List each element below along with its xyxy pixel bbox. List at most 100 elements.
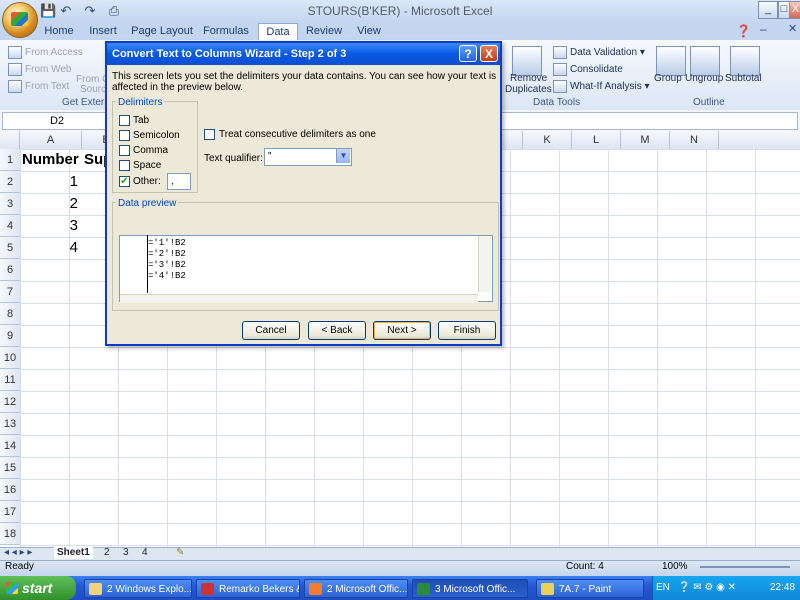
tray-icons[interactable]: ❔ ✉ ⚙ ◉ ✕ — [678, 582, 742, 593]
tab-home[interactable]: Home — [40, 23, 78, 40]
sheet-tab-3[interactable]: 3 — [123, 547, 129, 559]
row-header-17[interactable]: 17 — [0, 501, 20, 523]
row-header-6[interactable]: 6 — [0, 259, 20, 281]
other-delimiter-input[interactable]: , — [167, 173, 191, 190]
access-icon — [8, 46, 22, 59]
subtotal-button-label[interactable]: Subtotal — [725, 73, 762, 84]
group-button-label[interactable]: Group — [654, 73, 682, 84]
zoom-slider[interactable] — [700, 566, 790, 568]
cell-b1[interactable]: Sup — [84, 149, 106, 171]
taskbar-item-windows-explorer[interactable]: 2 Windows Explo... — [84, 579, 192, 598]
windows-logo-icon — [6, 582, 18, 594]
taskbar-item-paint[interactable]: 7A.7 - Paint — [536, 579, 644, 598]
tab-data[interactable]: Data — [258, 23, 298, 41]
subtotal-icon[interactable] — [730, 46, 760, 76]
office-icon — [309, 583, 322, 595]
row-header-14[interactable]: 14 — [0, 435, 20, 457]
insert-sheet-icon[interactable]: ✎ — [176, 547, 184, 559]
tab-review[interactable]: Review — [302, 23, 346, 40]
row-header-1[interactable]: 1 — [0, 149, 20, 171]
taskbar-item-remarko[interactable]: Remarko Bekers &... — [196, 579, 300, 598]
minimize-button[interactable]: _ — [758, 1, 778, 19]
sheet-tab-sheet1[interactable]: Sheet1 — [54, 547, 93, 559]
row-header-9[interactable]: 9 — [0, 325, 20, 347]
tab-insert[interactable]: Insert — [84, 23, 122, 40]
row-header-3[interactable]: 3 — [0, 193, 20, 215]
row-header-4[interactable]: 4 — [0, 215, 20, 237]
consecutive-delimiters-checkbox[interactable] — [204, 129, 215, 140]
cell-a2[interactable]: 1 — [20, 171, 82, 193]
tab-page-layout[interactable]: Page Layout — [130, 23, 194, 40]
ribbon-minimize-icon[interactable]: – — [760, 22, 767, 36]
sheet-nav-arrows[interactable]: ◂ ◂ ▸ ▸ — [4, 547, 32, 559]
help-icon[interactable]: ❓ — [736, 24, 751, 38]
comma-checkbox[interactable] — [119, 145, 130, 156]
remove-duplicates-label[interactable]: Remove — [510, 73, 547, 84]
from-access-label: From Access — [25, 47, 83, 59]
column-header-m[interactable]: M — [621, 131, 670, 149]
taskbar-item-microsoft-office-2[interactable]: 2 Microsoft Offic... — [304, 579, 408, 598]
consolidate-button[interactable]: Consolidate — [553, 63, 623, 76]
row-header-5[interactable]: 5 — [0, 237, 20, 259]
finish-button[interactable]: Finish — [438, 321, 496, 340]
cancel-button[interactable]: Cancel — [242, 321, 300, 340]
ungroup-button-label[interactable]: Ungroup — [685, 73, 723, 84]
tab-checkbox[interactable] — [119, 115, 130, 126]
space-checkbox[interactable] — [119, 160, 130, 171]
tab-label: Tab — [133, 115, 150, 126]
select-all-corner[interactable] — [0, 131, 20, 149]
semicolon-checkbox[interactable] — [119, 130, 130, 141]
close-button[interactable]: X — [789, 1, 800, 19]
remove-duplicates-label-2[interactable]: Duplicates — [505, 84, 552, 95]
cell-a3[interactable]: 2 — [20, 193, 82, 215]
taskbar-item-microsoft-office-3[interactable]: 3 Microsoft Offic... — [412, 579, 528, 598]
remove-duplicates-icon[interactable] — [512, 46, 542, 76]
row-header-15[interactable]: 15 — [0, 457, 20, 479]
dialog-help-button[interactable]: ? — [459, 45, 477, 62]
cell-a4[interactable]: 3 — [20, 215, 82, 237]
row-header-8[interactable]: 8 — [0, 303, 20, 325]
row-header-13[interactable]: 13 — [0, 413, 20, 435]
column-header-a[interactable]: A — [20, 131, 82, 149]
chevron-down-icon[interactable]: ▼ — [336, 149, 350, 163]
tab-view[interactable]: View — [352, 23, 386, 40]
next-button[interactable]: Next > — [373, 321, 431, 340]
preview-line: ='3'!B2 — [148, 260, 186, 270]
what-if-analysis-button[interactable]: What-If Analysis ▾ — [553, 80, 650, 93]
row-header-16[interactable]: 16 — [0, 479, 20, 501]
ungroup-icon[interactable] — [690, 46, 720, 76]
zoom-level[interactable]: 100% — [662, 561, 688, 572]
sheet-tab-2[interactable]: 2 — [104, 547, 110, 559]
row-header-10[interactable]: 10 — [0, 347, 20, 369]
row-header-11[interactable]: 11 — [0, 369, 20, 391]
from-access-button[interactable]: From Access — [8, 46, 83, 59]
from-text-button[interactable]: From Text — [8, 80, 69, 93]
tab-formulas[interactable]: Formulas — [200, 23, 252, 40]
back-button[interactable]: < Back — [308, 321, 366, 340]
data-validation-button[interactable]: Data Validation ▾ — [553, 46, 645, 59]
from-web-button[interactable]: From Web — [8, 63, 72, 76]
name-box[interactable]: D2 — [2, 112, 112, 130]
row-header-7[interactable]: 7 — [0, 281, 20, 303]
preview-horizontal-scrollbar[interactable] — [120, 294, 478, 303]
web-icon — [8, 63, 22, 76]
dialog-close-button[interactable]: X — [480, 45, 498, 62]
column-header-l[interactable]: L — [572, 131, 621, 149]
language-indicator[interactable]: EN — [656, 582, 670, 593]
preview-vertical-scrollbar[interactable] — [478, 236, 491, 292]
sheet-tab-4[interactable]: 4 — [142, 547, 148, 559]
column-header-k[interactable]: K — [523, 131, 572, 149]
status-count: Count: 4 — [566, 561, 604, 572]
cell-a5[interactable]: 4 — [20, 237, 82, 259]
office-logo-icon — [11, 12, 28, 26]
row-header-12[interactable]: 12 — [0, 391, 20, 413]
office-button[interactable] — [2, 2, 38, 38]
ribbon-close-icon[interactable]: ✕ — [788, 22, 797, 35]
column-header-n[interactable]: N — [670, 131, 719, 149]
row-header-18[interactable]: 18 — [0, 523, 20, 545]
group-icon[interactable] — [656, 46, 686, 76]
dialog-title: Convert Text to Columns Wizard - Step 2 … — [107, 43, 500, 65]
row-header-2[interactable]: 2 — [0, 171, 20, 193]
other-checkbox[interactable]: ✔ — [119, 176, 130, 187]
cell-a1[interactable]: Number — [22, 149, 84, 171]
